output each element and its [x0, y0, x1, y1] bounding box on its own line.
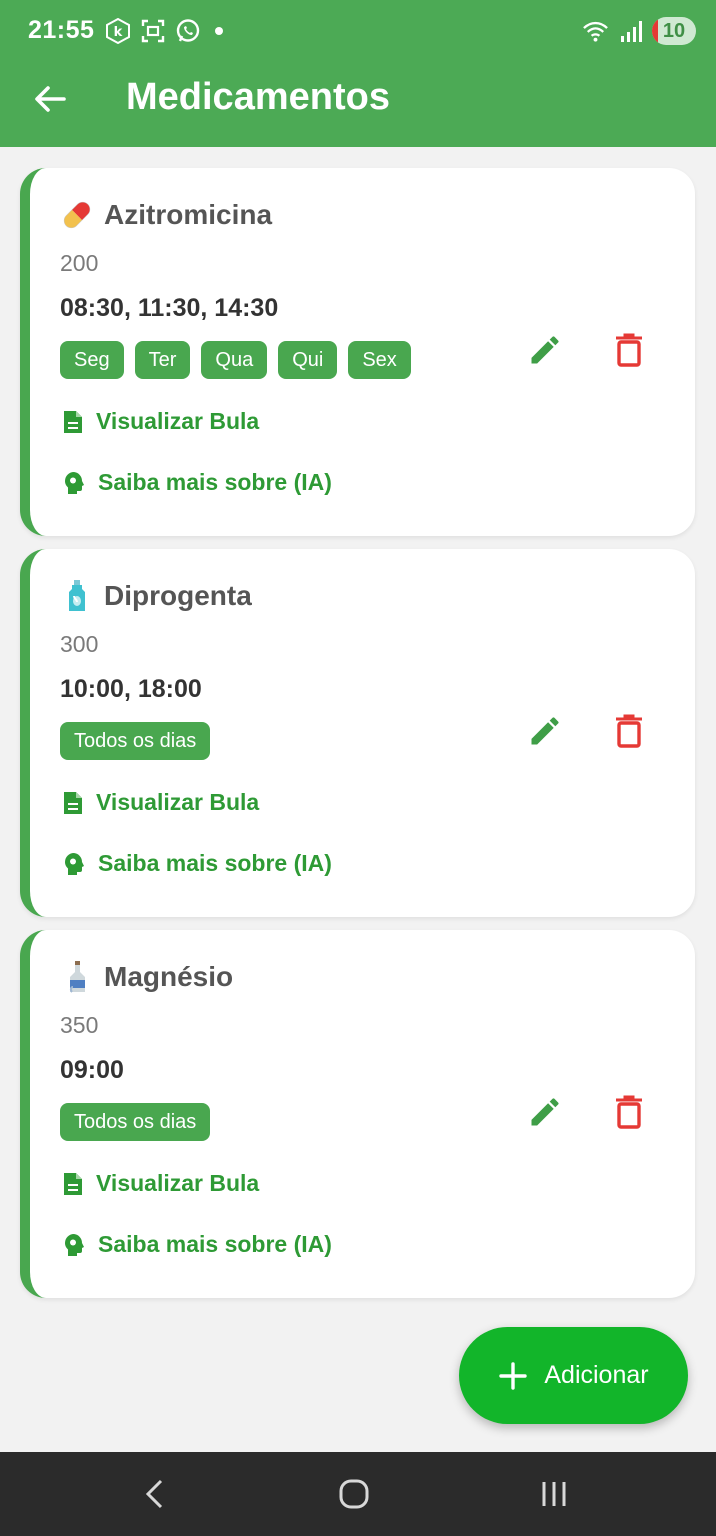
document-icon: [64, 791, 82, 814]
screenshot-icon: [139, 17, 166, 44]
ai-info-label: Saiba mais sobre (IA): [98, 469, 332, 495]
day-chips: Seg Ter Qua Qui Sex: [60, 341, 411, 379]
trash-icon: [616, 714, 642, 748]
whatsapp-icon: [174, 17, 201, 44]
add-medication-button[interactable]: Adicionar: [459, 1327, 688, 1424]
back-button[interactable]: [30, 82, 70, 116]
system-nav-bar: [0, 1452, 716, 1536]
ai-info-label: Saiba mais sobre (IA): [98, 850, 332, 876]
day-chips: Todos os dias: [60, 722, 211, 760]
delete-button[interactable]: [609, 330, 649, 370]
medication-dose: 350: [60, 1012, 99, 1038]
home-nav-icon[interactable]: [334, 1476, 374, 1512]
ai-info-link[interactable]: Saiba mais sobre (IA): [62, 469, 332, 496]
medication-header: Diprogenta: [60, 579, 252, 613]
document-icon: [64, 1172, 82, 1195]
k-circle-icon: k: [104, 17, 131, 44]
day-chip: Todos os dias: [60, 1103, 211, 1141]
medication-dose: 200: [60, 250, 99, 276]
medication-dose: 300: [60, 631, 99, 657]
medication-card: Azitromicina 200 08:30, 11:30, 14:30 Seg…: [20, 168, 695, 536]
day-chip: Qua: [201, 341, 268, 379]
medication-name: Azitromicina: [104, 199, 273, 230]
medication-header: Azitromicina: [60, 198, 272, 232]
view-leaflet-label: Visualizar Bula: [96, 1170, 260, 1196]
view-leaflet-link[interactable]: Visualizar Bula: [62, 408, 259, 435]
brain-head-icon: [65, 1233, 84, 1256]
day-chip: Seg: [60, 341, 124, 379]
wifi-icon: [582, 18, 609, 45]
status-bar: 21:55 k 10: [0, 0, 716, 66]
trash-icon: [616, 1095, 642, 1129]
back-nav-icon[interactable]: [134, 1476, 174, 1512]
day-chip: Todos os dias: [60, 722, 211, 760]
document-icon: [64, 410, 82, 433]
medication-times: 10:00, 18:00: [60, 675, 202, 703]
medication-times: 09:00: [60, 1056, 124, 1084]
notification-icons: k: [104, 17, 223, 44]
plus-icon: [498, 1361, 528, 1391]
edit-button[interactable]: [525, 711, 565, 751]
medication-name: Magnésio: [104, 961, 234, 992]
ai-info-link[interactable]: Saiba mais sobre (IA): [62, 1231, 332, 1258]
app-bar: 21:55 k 10 Medicamentos: [0, 0, 716, 147]
svg-text:k: k: [113, 25, 122, 40]
ai-info-link[interactable]: Saiba mais sobre (IA): [62, 850, 332, 877]
view-leaflet-link[interactable]: Visualizar Bula: [62, 789, 259, 816]
arrow-left-icon: [35, 86, 66, 112]
ai-info-label: Saiba mais sobre (IA): [98, 1231, 332, 1257]
brain-head-icon: [65, 471, 84, 494]
medication-card: Diprogenta 300 10:00, 18:00 Todos os dia…: [20, 549, 695, 917]
brain-head-icon: [65, 852, 84, 875]
system-icons: 10: [582, 17, 696, 45]
medication-card: Magnésio 350 09:00 Todos os dias Visuali…: [20, 930, 695, 1298]
day-chip: Sex: [348, 341, 411, 379]
pill-icon: [60, 198, 94, 232]
signal-icon: [617, 18, 644, 45]
view-leaflet-label: Visualizar Bula: [96, 408, 260, 434]
bottle-icon: [60, 960, 94, 994]
status-time: 21:55: [28, 16, 95, 44]
add-button-label: Adicionar: [544, 1361, 649, 1389]
edit-button[interactable]: [525, 1092, 565, 1132]
day-chip: Ter: [134, 341, 191, 379]
pencil-icon: [531, 1098, 559, 1126]
day-chip: Qui: [278, 341, 338, 379]
trash-icon: [616, 333, 642, 367]
medication-header: Magnésio: [60, 960, 233, 994]
pencil-icon: [531, 336, 559, 364]
day-chips: Todos os dias: [60, 1103, 211, 1141]
recents-nav-icon[interactable]: [534, 1476, 574, 1512]
dot-icon: [215, 26, 223, 35]
edit-button[interactable]: [525, 330, 565, 370]
pencil-icon: [531, 717, 559, 745]
delete-button[interactable]: [609, 711, 649, 751]
page-title: Medicamentos: [126, 76, 390, 118]
delete-button[interactable]: [609, 1092, 649, 1132]
medication-times: 08:30, 11:30, 14:30: [60, 294, 279, 322]
lotion-bottle-icon: [60, 579, 94, 613]
view-leaflet-link[interactable]: Visualizar Bula: [62, 1170, 259, 1197]
view-leaflet-label: Visualizar Bula: [96, 789, 260, 815]
battery-icon: 10: [652, 17, 696, 45]
medication-name: Diprogenta: [104, 580, 252, 611]
